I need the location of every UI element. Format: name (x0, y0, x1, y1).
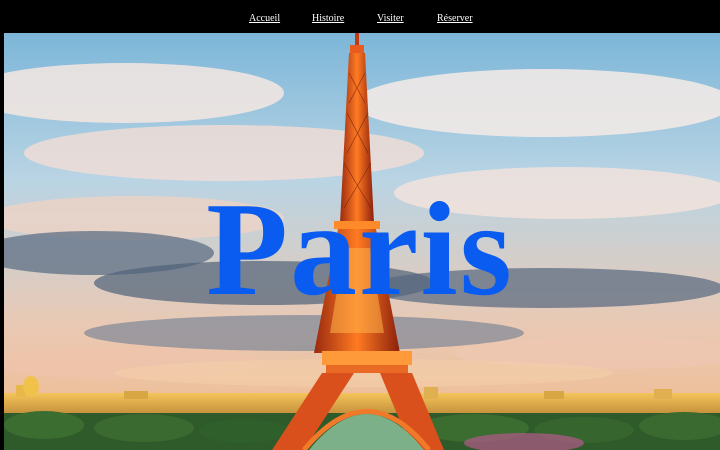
hero-title: Paris (206, 175, 514, 323)
nav-link-accueil[interactable]: Accueil (249, 13, 280, 24)
nav-menu: Accueil Histoire Visiter Réserver (0, 13, 720, 29)
nav-link-visiter[interactable]: Visiter (377, 13, 404, 24)
nav-link-histoire[interactable]: Histoire (312, 13, 344, 24)
top-navigation-bar: Accueil Histoire Visiter Réserver (0, 0, 720, 33)
nav-link-reserver[interactable]: Réserver (437, 13, 473, 24)
page: Accueil Histoire Visiter Réserver Paris (0, 0, 720, 450)
